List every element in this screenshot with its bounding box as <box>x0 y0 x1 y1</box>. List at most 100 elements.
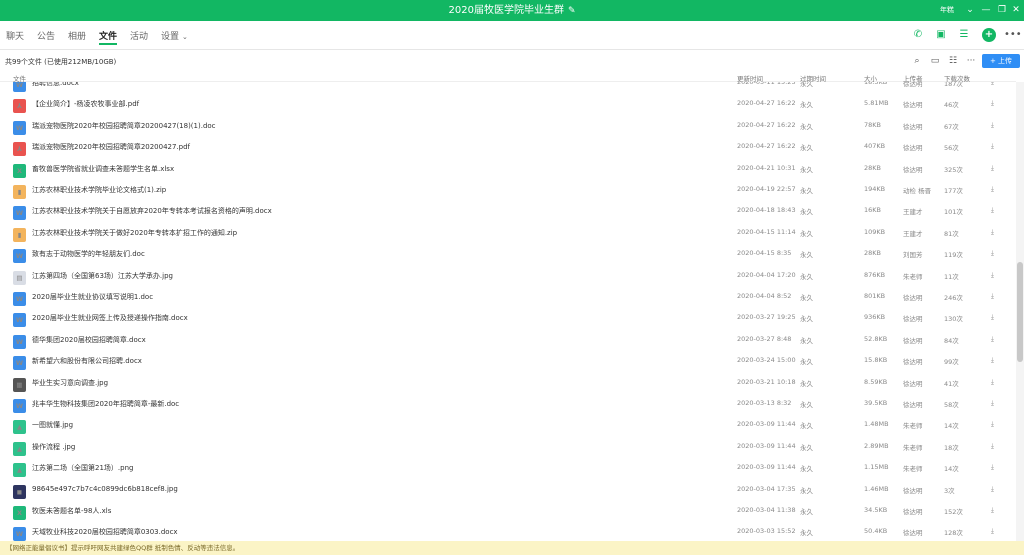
download-icon[interactable]: ⤓ <box>991 485 994 494</box>
download-icon[interactable]: ⤓ <box>991 142 994 151</box>
file-row[interactable]: ◼ 98645e497c7b7c4c0899dc6b818cef8.jpg 2020… <box>0 479 1016 500</box>
file-name[interactable]: 操作流程 .jpg <box>32 442 75 452</box>
file-row[interactable]: W 瑞派宠物医院2020年校园招聘简章20200427(18)(1).doc 202… <box>0 115 1016 136</box>
more-icon[interactable]: ••• <box>1004 28 1022 42</box>
download-icon[interactable]: ⤓ <box>991 185 994 194</box>
list-view-icon[interactable]: ☷ <box>947 55 959 67</box>
file-row[interactable]: ▲ 一图就懂.jpg 2020-03-09 11:44 永久 1.48MB 朱老师 14次 ⤓ <box>0 414 1016 435</box>
file-row[interactable]: W 招聘信息.docx 2020-05-11 15:25 永久 18.5KB 徐达明 187… <box>0 82 1016 93</box>
file-name[interactable]: 2020届毕业生就业网签上传及授递操作指南.docx <box>32 313 188 323</box>
file-name[interactable]: 江苏第二场（全国第21场）.png <box>32 463 133 473</box>
download-icon[interactable]: ⤓ <box>991 121 994 130</box>
file-name[interactable]: 牧医未答题名单-98人.xls <box>32 506 111 516</box>
tab-chat[interactable]: 聊天 <box>6 29 24 42</box>
minimize-icon[interactable]: — <box>978 0 994 21</box>
file-row[interactable]: ⅄ 瑞派宠物医院2020年校园招聘简章20200427.pdf 2020-04-27… <box>0 136 1016 157</box>
add-icon[interactable]: + <box>982 28 996 42</box>
download-icon[interactable]: ⤓ <box>991 527 994 536</box>
file-name[interactable]: 毕业生实习意向调查.jpg <box>32 378 108 388</box>
file-name[interactable]: 致有志于动物医学的年轻朋友们.doc <box>32 249 145 259</box>
download-icon[interactable]: ⤓ <box>991 506 994 515</box>
file-name[interactable]: 兆丰华生物科技集团2020年招聘简章-最新.doc <box>32 399 179 409</box>
file-expiry: 永久 <box>800 294 813 302</box>
file-name[interactable]: 一图就懂.jpg <box>32 420 73 430</box>
file-row[interactable]: W 新希望六和股份有限公司招聘.docx 2020-03-24 15:00 永久 15.… <box>0 350 1016 371</box>
file-row[interactable]: W 致有志于动物医学的年轻朋友们.doc 2020-04-15 8:35 永久 28KB… <box>0 243 1016 264</box>
file-name[interactable]: 【企业简介】-杨凌农牧事业部.pdf <box>32 99 139 109</box>
tab-activity[interactable]: 活动 <box>130 29 148 42</box>
file-downloads: 58次 <box>944 401 959 409</box>
file-name[interactable]: 江苏第四场（全国第63场）江苏大学承办.jpg <box>32 271 173 281</box>
more-icon[interactable]: ··· <box>965 55 977 67</box>
phone-icon[interactable]: ✆ <box>911 28 925 42</box>
tab-files[interactable]: 文件 <box>99 29 118 45</box>
notes-icon[interactable]: ☰ <box>957 28 971 42</box>
user-name[interactable]: 年糕 <box>940 0 954 21</box>
file-name[interactable]: 新希望六和股份有限公司招聘.docx <box>32 356 142 366</box>
tab-album[interactable]: 相册 <box>68 29 86 42</box>
file-downloads: 46次 <box>944 101 959 110</box>
file-name[interactable]: 瑞派宠物医院2020年校园招聘简章20200427(18)(1).doc <box>32 121 216 131</box>
file-name[interactable]: 98645e497c7b7c4c0899dc6b818cef8.jpg <box>32 485 178 493</box>
tab-settings[interactable]: 设置 ⌄ <box>161 29 188 42</box>
download-icon[interactable]: ⤓ <box>991 313 994 322</box>
download-icon[interactable]: ⤓ <box>991 356 994 365</box>
file-row[interactable]: ▮ 江苏农林职业技术学院毕业论文格式(1).zip 2020-04-19 22:57… <box>0 179 1016 200</box>
download-icon[interactable]: ⤓ <box>991 249 994 258</box>
file-row[interactable]: ⅄ 【企业简介】-杨凌农牧事业部.pdf 2020-04-27 16:22 永久 5.8… <box>0 93 1016 114</box>
file-name[interactable]: 招聘信息.docx <box>32 82 79 88</box>
download-icon[interactable]: ⤓ <box>991 420 994 429</box>
file-row[interactable]: X 畜牧兽医学院省就业调查未答题学生名单.xlsx 2020-04-21 10:31… <box>0 158 1016 179</box>
window-title[interactable]: 2020届牧医学院毕业生群 ✎ <box>0 0 1024 21</box>
file-size: 1.15MB <box>864 463 889 472</box>
download-icon[interactable]: ⤓ <box>991 442 994 451</box>
video-call-icon[interactable]: ▣ <box>934 28 948 42</box>
file-uploader: 徐达明 <box>903 122 923 131</box>
download-icon[interactable]: ⤓ <box>991 335 994 344</box>
file-name[interactable]: 2020届毕业生就业协议填写说明1.doc <box>32 292 153 302</box>
file-name[interactable]: 瑞派宠物医院2020年校园招聘简章20200427.pdf <box>32 142 190 152</box>
download-icon[interactable]: ⤓ <box>991 271 994 280</box>
file-row[interactable]: W 2020届毕业生就业网签上传及授递操作指南.docx 2020-03-27 19… <box>0 307 1016 328</box>
download-icon[interactable]: ⤓ <box>991 164 994 173</box>
file-row[interactable]: W 德华集团2020届校园招聘简章.docx 2020-03-27 8:48 永久 52… <box>0 329 1016 350</box>
file-row[interactable]: ▦ 毕业生实习意向调查.jpg 2020-03-21 10:18 永久 8.59KB 徐达… <box>0 372 1016 393</box>
folder-icon[interactable]: ▭ <box>929 55 941 67</box>
file-row[interactable]: ▤ 江苏第四场（全国第63场）江苏大学承办.jpg 2020-04-04 17:20… <box>0 265 1016 286</box>
file-name[interactable]: 畜牧兽医学院省就业调查未答题学生名单.xlsx <box>32 164 174 174</box>
chevron-down-icon: ⌄ <box>182 33 188 41</box>
file-name[interactable]: 江苏农林职业技术学院关于做好2020年专转本扩招工作的通知.zip <box>32 228 237 238</box>
file-row[interactable]: X 牧医未答题名单-98人.xls 2020-03-04 11:38 永久 34.5KB… <box>0 500 1016 521</box>
file-row[interactable]: W 兆丰华生物科技集团2020年招聘简章-最新.doc 2020-03-13 8:3… <box>0 393 1016 414</box>
download-icon[interactable]: ⤓ <box>991 378 994 387</box>
file-row[interactable]: W 江苏农林职业技术学院关于自愿放弃2020年专转本考试报名资格的声明.docx 2… <box>0 200 1016 221</box>
file-name[interactable]: 天域牧业科技2020届校园招聘简章0303.docx <box>32 527 178 537</box>
file-name[interactable]: 江苏农林职业技术学院毕业论文格式(1).zip <box>32 185 166 195</box>
download-icon[interactable]: ⤓ <box>991 228 994 237</box>
file-downloads: 56次 <box>944 144 959 153</box>
file-name[interactable]: 德华集团2020届校园招聘简章.docx <box>32 335 146 345</box>
doc-file-icon: W <box>13 120 26 135</box>
file-row[interactable]: W 天域牧业科技2020届校园招聘简章0303.docx 2020-03-03 15… <box>0 521 1016 541</box>
download-icon[interactable]: ⤓ <box>991 206 994 215</box>
close-icon[interactable]: ✕ <box>1008 0 1024 21</box>
scrollbar-thumb[interactable] <box>1017 262 1023 362</box>
scrollbar[interactable] <box>1016 82 1024 541</box>
file-row[interactable]: W 2020届毕业生就业协议填写说明1.doc 2020-04-04 8:52 永久 8… <box>0 286 1016 307</box>
pencil-icon[interactable]: ✎ <box>568 6 576 16</box>
file-row[interactable]: ▲ 操作流程 .jpg 2020-03-09 11:44 永久 2.89MB 朱老师 18次… <box>0 436 1016 457</box>
download-icon[interactable]: ⤓ <box>991 82 994 87</box>
download-icon[interactable]: ⤓ <box>991 463 994 472</box>
file-row[interactable]: ▮ 江苏农林职业技术学院关于做好2020年专转本扩招工作的通知.zip 2020-0… <box>0 222 1016 243</box>
file-name[interactable]: 江苏农林职业技术学院关于自愿放弃2020年专转本考试报名资格的声明.docx <box>32 206 272 216</box>
tab-announcement[interactable]: 公告 <box>37 29 55 42</box>
chevron-down-icon[interactable]: ⌄ <box>962 0 978 21</box>
download-icon[interactable]: ⤓ <box>991 399 994 408</box>
search-icon[interactable]: ⌕ <box>911 55 923 67</box>
file-size: 34.5KB <box>864 506 888 514</box>
file-row[interactable]: ▲ 江苏第二场（全国第21场）.png 2020-03-09 11:44 永久 1.15… <box>0 457 1016 478</box>
download-icon[interactable]: ⤓ <box>991 99 994 108</box>
title-bar: 2020届牧医学院毕业生群 ✎ 年糕 ⌄ — ❐ ✕ <box>0 0 1024 21</box>
upload-button[interactable]: + 上传 <box>982 54 1020 68</box>
download-icon[interactable]: ⤓ <box>991 292 994 301</box>
